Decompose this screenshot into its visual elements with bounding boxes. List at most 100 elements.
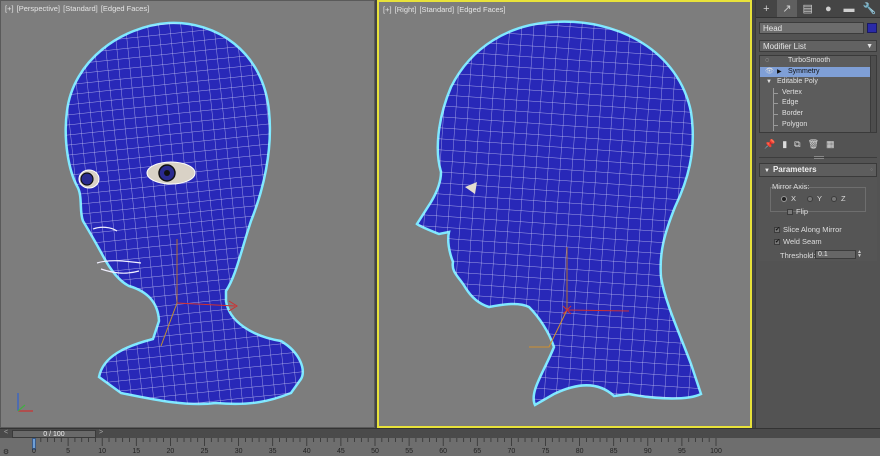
time-slider-next-icon[interactable]: > [99,429,103,436]
stack-scrollbar[interactable] [870,56,876,132]
eye-icon[interactable]: 👁 [765,67,774,78]
ruler-label: 85 [609,448,618,455]
modifier-list-dropdown[interactable]: Modifier List ▼ [759,40,877,52]
rollout-options-icon[interactable]: ◦ [870,164,873,176]
ruler-label: 0 [32,448,36,455]
ruler-label: 90 [643,448,652,455]
ruler-label: 10 [98,448,107,455]
ruler-label: 80 [575,448,584,455]
ruler-label: 95 [677,448,686,455]
threshold-label: Threshold: [780,251,816,260]
parameters-rollout-header[interactable]: ▼ Parameters ◦ [759,163,877,177]
stack-item-symmetry[interactable]: 👁 ▶ Symmetry [760,66,876,78]
hierarchy-tab-icon[interactable]: ▤ [797,0,818,17]
stack-item-polygon[interactable]: Polygon [760,119,876,131]
viewport-label[interactable]: [+] [Right] [Standard] [Edged Faces] [383,5,507,14]
stack-item-vertex[interactable]: Vertex [760,87,876,99]
radio-label: X [791,194,797,203]
motion-tab-icon[interactable]: ● [818,0,839,17]
flip-checkbox[interactable]: Flip [787,207,808,216]
radio-axis-z[interactable]: Z [831,194,846,203]
lightbulb-icon[interactable]: ◌ [765,56,769,67]
eye-left [146,161,196,185]
radio-label: Z [841,194,846,203]
object-name-field[interactable]: Head [759,22,864,34]
collapse-triangle-icon[interactable]: ▼ [766,77,772,88]
stack-item-border[interactable]: Border [760,108,876,120]
threshold-spinner-input[interactable]: 0.1 [815,250,856,259]
stack-item-label: Vertex [782,88,802,96]
stack-item-label: Edge [782,99,799,107]
rollout-title: Parameters [772,165,817,174]
checkbox-box[interactable] [787,208,793,215]
radio-axis-y[interactable]: Y [807,194,822,203]
stack-item-turbosmooth[interactable]: ◌ TurboSmooth [760,56,876,67]
modify-tab-icon[interactable]: ↗ [776,0,798,17]
ruler-label: 100 [710,448,722,455]
radio-button[interactable] [781,195,787,202]
utilities-tab-icon[interactable]: 🔧 [859,0,880,17]
pin-stack-icon[interactable]: 📌 [764,139,775,150]
modifier-stack[interactable]: ◌ TurboSmooth 👁 ▶ Symmetry ▼ Editable Po… [759,55,877,133]
weld-seam-checkbox[interactable]: ✔ Weld Seam [774,237,822,246]
create-tab-icon[interactable]: + [756,0,777,17]
viewport-shading-label[interactable]: [Standard] [63,4,98,13]
checkbox-box[interactable]: ✔ [774,226,780,233]
stack-item-label: Symmetry [788,67,820,75]
command-panel: + ↗ ▤ ● ▬ 🔧 Head Modifier List ▼ ◌ Turbo… [755,0,880,428]
modifier-list-label: Modifier List [763,42,807,51]
remove-modifier-icon[interactable]: 🗑 [808,139,819,150]
viewport-pov-label[interactable]: [Right] [395,5,417,14]
slice-along-mirror-checkbox[interactable]: ✔ Slice Along Mirror [774,225,842,234]
ruler-label: 70 [507,448,516,455]
perspective-head-mesh[interactable] [1,1,375,428]
ruler-label: 15 [132,448,141,455]
expand-triangle-icon[interactable]: ▶ [777,67,782,78]
viewport-menu-plus[interactable]: [+] [383,5,392,14]
parameters-rollout-body: Mirror Axis: X Y Z Flip ✔ Slice Along Mir… [759,177,877,261]
viewport-display-mode-label[interactable]: [Edged Faces] [101,4,149,13]
divider-grip[interactable] [814,156,824,159]
ruler-label: 55 [405,448,413,455]
ruler-label: 75 [541,448,550,455]
viewport-menu-plus[interactable]: [+] [5,4,14,13]
checkbox-label: Weld Seam [783,237,822,246]
checkbox-label: Flip [796,207,809,216]
radio-axis-x[interactable]: X [781,194,796,203]
eye-right [78,169,100,189]
viewport-label[interactable]: [+] [Perspective] [Standard] [Edged Face… [5,4,150,13]
viewport-shading-label[interactable]: [Standard] [419,5,454,14]
ruler-label: 65 [473,448,482,455]
ruler-label: 45 [336,448,345,455]
stack-item-editable-poly[interactable]: ▼ Editable Poly [760,77,876,88]
checkbox-label: Slice Along Mirror [783,225,842,234]
ruler-label: 25 [200,448,209,455]
radio-button[interactable] [831,195,837,202]
track-bar[interactable]: ⚙ 0 5 10 15 20 25 30 35 40 45 50 55 60 65 70 75 80 85 90 95… [0,438,880,456]
configure-modifier-sets-icon[interactable]: ▦ [826,139,835,150]
stack-item-label: TurboSmooth [788,57,831,64]
stack-item-edge[interactable]: Edge [760,98,876,109]
checkbox-box[interactable]: ✔ [774,238,780,245]
show-end-result-icon[interactable]: ▮ [782,139,787,150]
viewport-display-mode-label[interactable]: [Edged Faces] [457,5,505,14]
right-head-mesh[interactable] [379,2,750,426]
mirror-axis-label: Mirror Axis: [772,182,810,191]
spinner-arrows-icon[interactable]: ▲ ▼ [857,250,862,259]
viewport-pov-label[interactable]: [Perspective] [17,4,60,13]
time-slider[interactable]: 0 / 100 [12,430,96,438]
chevron-down-icon: ▼ [866,43,873,50]
ruler-label: 60 [439,448,448,455]
right-viewport[interactable]: [+] [Right] [Standard] [Edged Faces] [377,0,752,428]
radio-label: Y [817,194,823,203]
display-tab-icon[interactable]: ▬ [839,0,860,17]
track-bar-settings-icon[interactable]: ⚙ [3,448,9,456]
time-slider-prev-icon[interactable]: < [4,429,8,436]
perspective-viewport[interactable]: [+] [Perspective] [Standard] [Edged Face… [0,0,375,428]
ruler-label: 30 [234,448,243,455]
axis-tripod [17,393,33,412]
radio-button[interactable] [807,195,813,202]
make-unique-icon[interactable]: ⧉ [794,139,800,150]
collapse-triangle-icon: ▼ [764,168,770,174]
object-color-swatch[interactable] [867,23,877,33]
